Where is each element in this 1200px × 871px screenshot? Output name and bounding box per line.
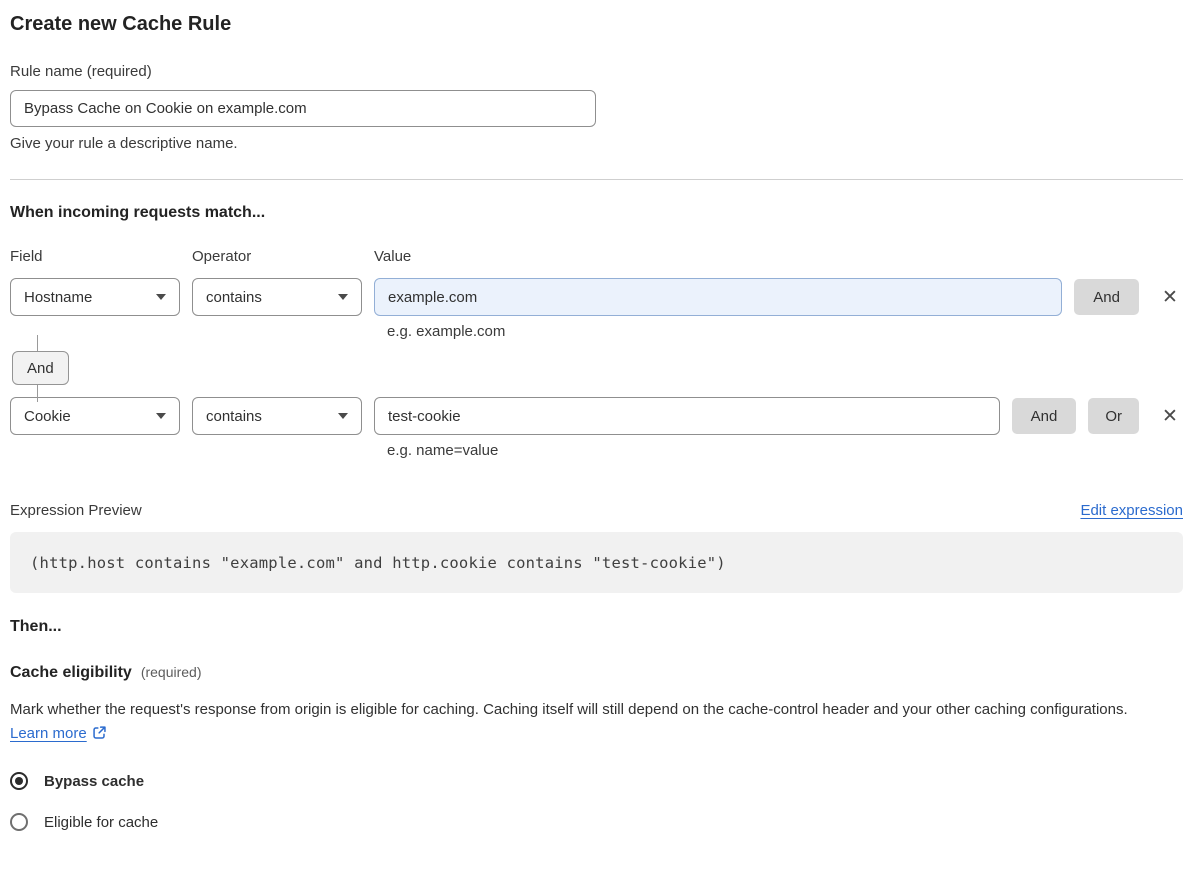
page-title: Create new Cache Rule (10, 13, 232, 35)
cache-eligibility-description: Mark whether the request's response from… (10, 698, 1170, 748)
chevron-down-icon (338, 413, 348, 419)
chevron-down-icon (156, 413, 166, 419)
description-text: Mark whether the request's response from… (10, 701, 1128, 718)
expression-preview-header: Expression Preview Edit expression (10, 502, 1183, 519)
chevron-down-icon (338, 294, 348, 300)
value-helper: e.g. name=value (387, 442, 499, 459)
remove-condition-button[interactable]: ✕ (1157, 284, 1183, 310)
field-column-label: Field (10, 248, 43, 265)
radio-selected-icon[interactable] (10, 772, 28, 790)
field-select-value: Hostname (24, 288, 93, 306)
operator-select[interactable]: contains (192, 397, 362, 435)
section-divider (10, 179, 1183, 180)
value-input[interactable] (374, 397, 1000, 435)
edit-expression-link[interactable]: Edit expression (1080, 502, 1183, 519)
and-button[interactable]: And (1011, 398, 1077, 434)
rule-name-input[interactable] (10, 90, 596, 127)
radio-label: Eligible for cache (44, 813, 159, 831)
condition-connector: And (12, 335, 1183, 402)
value-input[interactable] (374, 278, 1063, 316)
condition-row: Cookie contains And Or ✕ (10, 397, 1183, 435)
expression-preview-label: Expression Preview (10, 502, 142, 519)
radio-label: Bypass cache (44, 772, 145, 790)
required-note: (required) (140, 664, 202, 680)
then-heading: Then... (10, 618, 62, 635)
operator-select-value: contains (206, 288, 262, 306)
or-button[interactable]: Or (1088, 398, 1139, 434)
radio-unselected-icon[interactable] (10, 813, 28, 831)
connector-and-button[interactable]: And (12, 351, 69, 385)
chevron-down-icon (156, 294, 166, 300)
and-button[interactable]: And (1074, 279, 1139, 315)
expression-code: (http.host contains "example.com" and ht… (30, 553, 726, 572)
match-section-heading: When incoming requests match... (10, 204, 266, 221)
field-select[interactable]: Cookie (10, 397, 180, 435)
condition-row: Hostname contains And ✕ (10, 278, 1183, 316)
radio-option-bypass-cache[interactable]: Bypass cache (10, 772, 1183, 790)
operator-select-value: contains (206, 407, 262, 425)
learn-more-link[interactable]: Learn more (10, 725, 87, 742)
create-cache-rule-form: Create new Cache Rule Rule name (require… (0, 0, 1200, 871)
value-column-label: Value (374, 248, 412, 265)
remove-condition-button[interactable]: ✕ (1157, 403, 1183, 429)
value-helper: e.g. example.com (387, 323, 506, 340)
operator-select[interactable]: contains (192, 278, 362, 316)
rule-name-label: Rule name (required) (10, 63, 152, 80)
external-link-icon (92, 724, 107, 748)
condition-column-headers: Field Operator Value (10, 248, 1183, 265)
radio-option-eligible-for-cache[interactable]: Eligible for cache (10, 813, 1183, 831)
rule-name-helper: Give your rule a descriptive name. (10, 135, 238, 152)
cache-eligibility-title: Cache eligibility (10, 664, 132, 681)
field-select[interactable]: Hostname (10, 278, 180, 316)
field-select-value: Cookie (24, 407, 71, 425)
operator-column-label: Operator (192, 248, 252, 265)
cache-eligibility-heading: Cache eligibility (required) (10, 664, 1183, 682)
expression-code-block: (http.host contains "example.com" and ht… (10, 532, 1183, 593)
